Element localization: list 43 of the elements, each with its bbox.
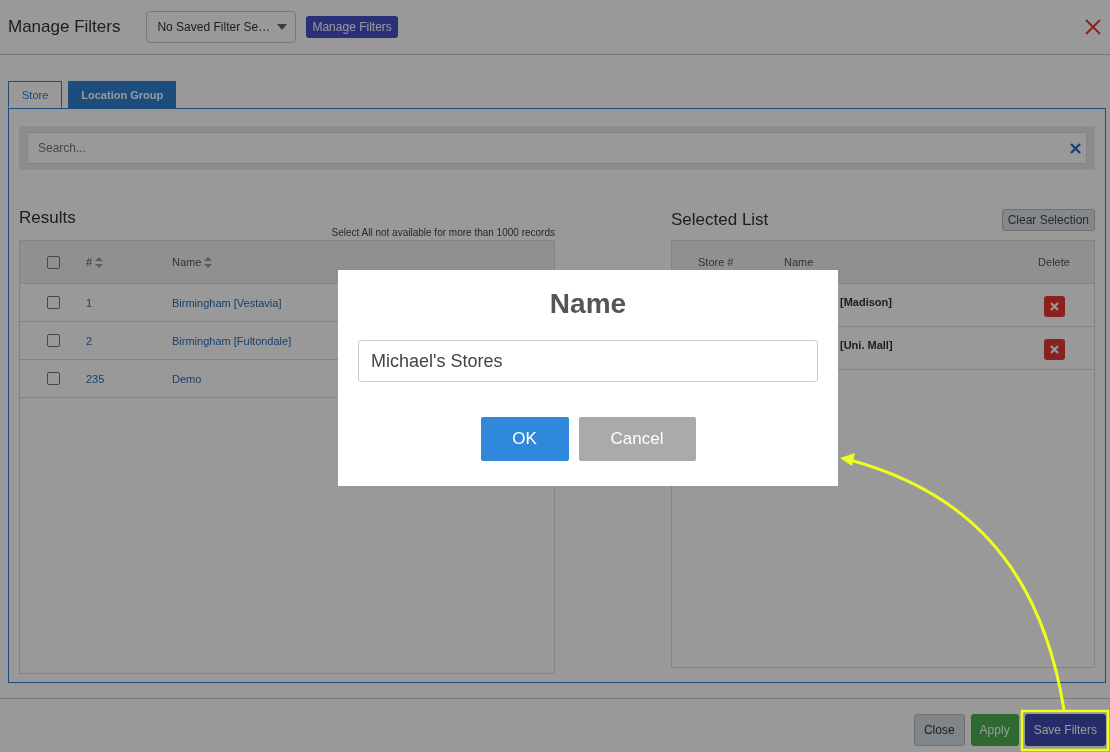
results-heading: Results xyxy=(19,208,76,228)
row-checkbox[interactable] xyxy=(46,372,60,385)
dialog-title: Manage Filters xyxy=(8,17,121,37)
store-name: [Madison] xyxy=(840,296,892,308)
store-number[interactable]: 1 xyxy=(86,296,93,309)
dialog-heading: Name xyxy=(549,288,627,320)
store-name: [Uni. Mall] xyxy=(840,339,893,351)
select-all-checkbox[interactable] xyxy=(46,255,60,269)
row-checkbox[interactable] xyxy=(46,296,60,309)
search-field[interactable]: Search... xyxy=(27,132,1087,164)
apply-button[interactable]: Apply xyxy=(970,714,1019,746)
close-button[interactable]: Close xyxy=(913,714,965,746)
cancel-button[interactable]: Cancel xyxy=(578,417,696,461)
sort-icon[interactable] xyxy=(204,256,213,268)
select-all-note: Select All not available for more than 1000 records xyxy=(331,227,555,238)
row-checkbox[interactable] xyxy=(46,334,60,347)
column-header[interactable]: # xyxy=(86,256,93,268)
store-number[interactable]: 235 xyxy=(86,372,105,385)
cross-icon xyxy=(1049,302,1059,311)
name-field[interactable]: Michael's Stores xyxy=(358,340,818,382)
cross-icon xyxy=(1049,345,1059,354)
sort-icon[interactable] xyxy=(95,256,104,268)
store-number[interactable]: 2 xyxy=(86,334,93,347)
column-header: Name xyxy=(784,256,814,268)
store-name[interactable]: Demo xyxy=(172,372,202,385)
delete-button[interactable] xyxy=(1043,339,1065,360)
saved-filter-select[interactable]: No Saved Filter Se… xyxy=(146,11,297,43)
save-button[interactable]: Save Filters xyxy=(1024,714,1106,746)
tab[interactable]: Store xyxy=(8,81,63,108)
ok-button[interactable]: OK xyxy=(480,417,569,461)
close-icon[interactable] xyxy=(1084,18,1102,36)
store-name[interactable]: Birmingham [Fultondale] xyxy=(172,334,292,347)
tab[interactable]: Location Group xyxy=(68,81,177,108)
clear-icon[interactable] xyxy=(1070,143,1081,154)
store-name[interactable]: Birmingham [Vestavia] xyxy=(172,296,282,309)
delete-button[interactable] xyxy=(1043,296,1065,317)
selected-list-heading: Selected List xyxy=(671,210,769,230)
column-header: Store # xyxy=(698,256,734,268)
manage-filters-button[interactable]: Manage Filters xyxy=(306,16,398,38)
clear-selection-button[interactable]: Clear Selection xyxy=(1001,209,1095,231)
caret-icon xyxy=(277,24,288,30)
column-header: Delete xyxy=(1038,256,1070,268)
column-header[interactable]: Name xyxy=(172,256,202,268)
